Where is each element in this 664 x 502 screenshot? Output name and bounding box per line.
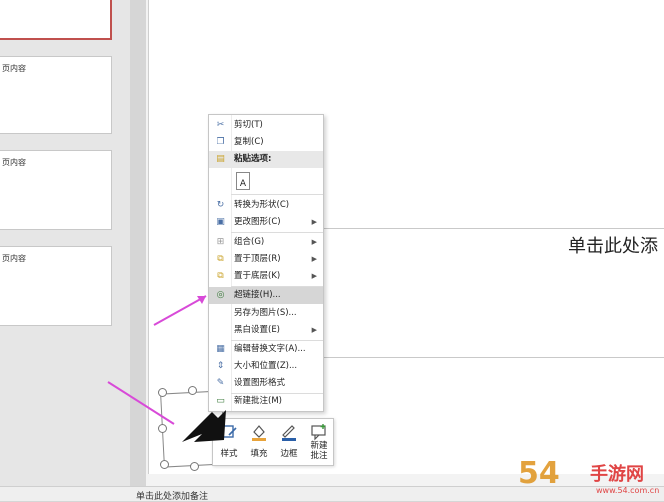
annotation-arrow-line bbox=[107, 381, 175, 425]
watermark-site: 手游网 bbox=[590, 464, 644, 485]
cursor-pointer-icon bbox=[182, 410, 226, 442]
watermark-url: www.54.com.cn bbox=[596, 486, 660, 495]
watermark-logo: 54 bbox=[518, 456, 560, 491]
annotation-arrow-line bbox=[153, 295, 207, 326]
notes-pane[interactable]: 单击此处添加备注 bbox=[0, 486, 664, 502]
annotation-arrows bbox=[107, 295, 226, 442]
notes-placeholder: 单击此处添加备注 bbox=[136, 492, 209, 502]
